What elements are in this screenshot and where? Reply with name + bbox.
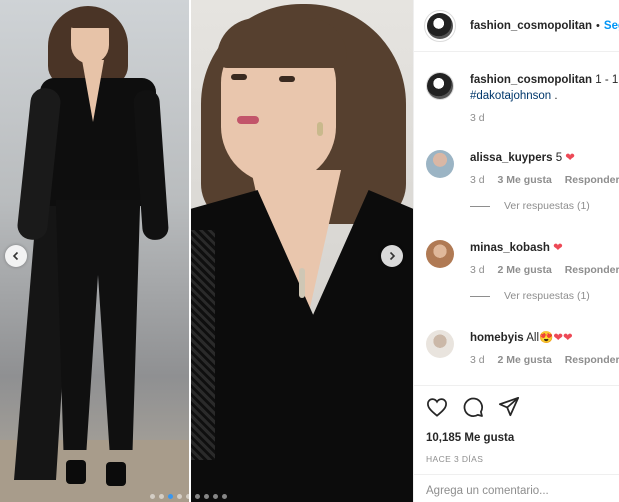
avatar[interactable]	[426, 330, 454, 358]
comment-input[interactable]: Agrega un comentario...	[414, 474, 619, 502]
reply-button[interactable]: Responder	[565, 354, 619, 366]
caption-time[interactable]: 3 d	[470, 112, 485, 124]
comment-likes[interactable]: 3 Me gusta	[498, 174, 552, 186]
comment-input-placeholder: Agrega un comentario...	[426, 485, 549, 497]
carousel-dot	[150, 494, 155, 499]
comments-list: fashion_cosmopolitan 1 - 1 #dakotajohnso…	[414, 66, 619, 390]
comment-item: alissa_kuypers 5 ❤ 3 d 3 Me gusta Respon…	[414, 150, 619, 240]
comment-item: minas_kobash ❤ 3 d 2 Me gusta Responder …	[414, 240, 619, 330]
caption-text: 1 - 1	[595, 74, 619, 86]
comment-username[interactable]: homebyis	[470, 332, 524, 344]
carousel-dot	[222, 494, 227, 499]
comment-username[interactable]: minas_kobash	[470, 242, 550, 254]
avatar[interactable]	[426, 72, 454, 100]
chevron-left-icon[interactable]	[5, 245, 27, 267]
header-separator: •	[596, 19, 600, 32]
caption-username[interactable]: fashion_cosmopolitan	[470, 74, 592, 86]
carousel-indicator	[150, 494, 227, 499]
carousel-dot	[213, 494, 218, 499]
caption-trailing: .	[551, 90, 558, 102]
photo-full-body	[0, 0, 189, 502]
avatar[interactable]	[426, 150, 454, 178]
caption-hashtag[interactable]: #dakotajohnson	[470, 90, 551, 102]
likes-count[interactable]: 10,185 Me gusta	[426, 432, 608, 444]
reply-button[interactable]: Responder	[565, 264, 619, 276]
comment-icon[interactable]	[462, 396, 484, 421]
avatar[interactable]	[426, 240, 454, 268]
comment-username[interactable]: alissa_kuypers	[470, 152, 552, 164]
comment-time[interactable]: 3 d	[470, 264, 485, 276]
post-header: fashion_cosmopolitan • Seg	[414, 0, 619, 52]
heart-emoji: ❤	[565, 152, 575, 164]
comment-time[interactable]: 3 d	[470, 174, 485, 186]
post-date: HACE 3 DÍAS	[426, 454, 484, 464]
comment-likes[interactable]: 2 Me gusta	[498, 354, 552, 366]
chevron-right-icon[interactable]	[381, 245, 403, 267]
comment-time[interactable]: 3 d	[470, 354, 485, 366]
view-replies-label: Ver respuestas (1)	[504, 200, 590, 212]
comment-text: 5	[555, 152, 563, 164]
carousel-dot	[195, 494, 200, 499]
post-media[interactable]	[0, 0, 413, 502]
share-icon[interactable]	[498, 396, 520, 421]
heart-emoji: ❤	[553, 242, 563, 254]
follow-button[interactable]: Seg	[604, 20, 619, 32]
carousel-dot	[168, 494, 173, 499]
photo-close-up	[191, 0, 413, 502]
header-username[interactable]: fashion_cosmopolitan	[470, 20, 592, 32]
comment-likes[interactable]: 2 Me gusta	[498, 264, 552, 276]
caption: fashion_cosmopolitan 1 - 1 #dakotajohnso…	[414, 66, 619, 136]
emoji-reaction: 😍❤❤	[539, 332, 573, 344]
view-replies-label: Ver respuestas (1)	[504, 290, 590, 302]
carousel-dot	[186, 494, 191, 499]
carousel-dot	[177, 494, 182, 499]
carousel-dot	[204, 494, 209, 499]
heart-icon[interactable]	[426, 397, 448, 420]
comment-item: homebyis All😍❤❤ 3 d 2 Me gusta Responder	[414, 330, 619, 390]
view-replies-button[interactable]: Ver respuestas (1)	[470, 290, 619, 302]
reply-button[interactable]: Responder	[565, 174, 619, 186]
post-actions: 10,185 Me gusta HACE 3 DÍAS	[414, 385, 619, 464]
view-replies-button[interactable]: Ver respuestas (1)	[470, 200, 619, 212]
avatar[interactable]	[424, 9, 456, 42]
carousel-dot	[159, 494, 164, 499]
post-side-panel: fashion_cosmopolitan • Seg fashion_cosmo…	[413, 0, 619, 502]
comment-text: All	[526, 332, 540, 344]
